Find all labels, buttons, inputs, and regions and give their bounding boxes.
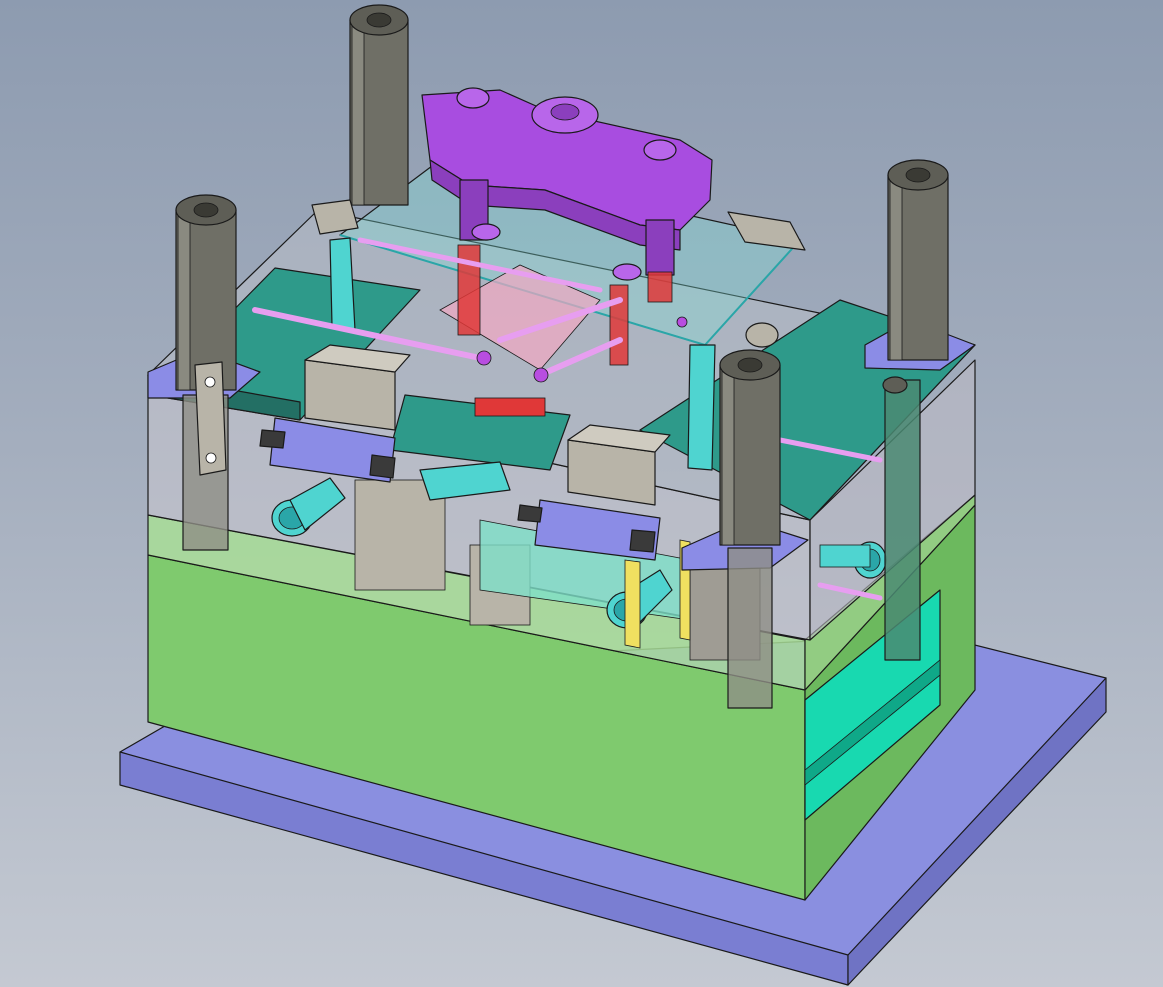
mold-assembly-model[interactable] [0,0,1163,987]
cad-viewport[interactable] [0,0,1163,987]
